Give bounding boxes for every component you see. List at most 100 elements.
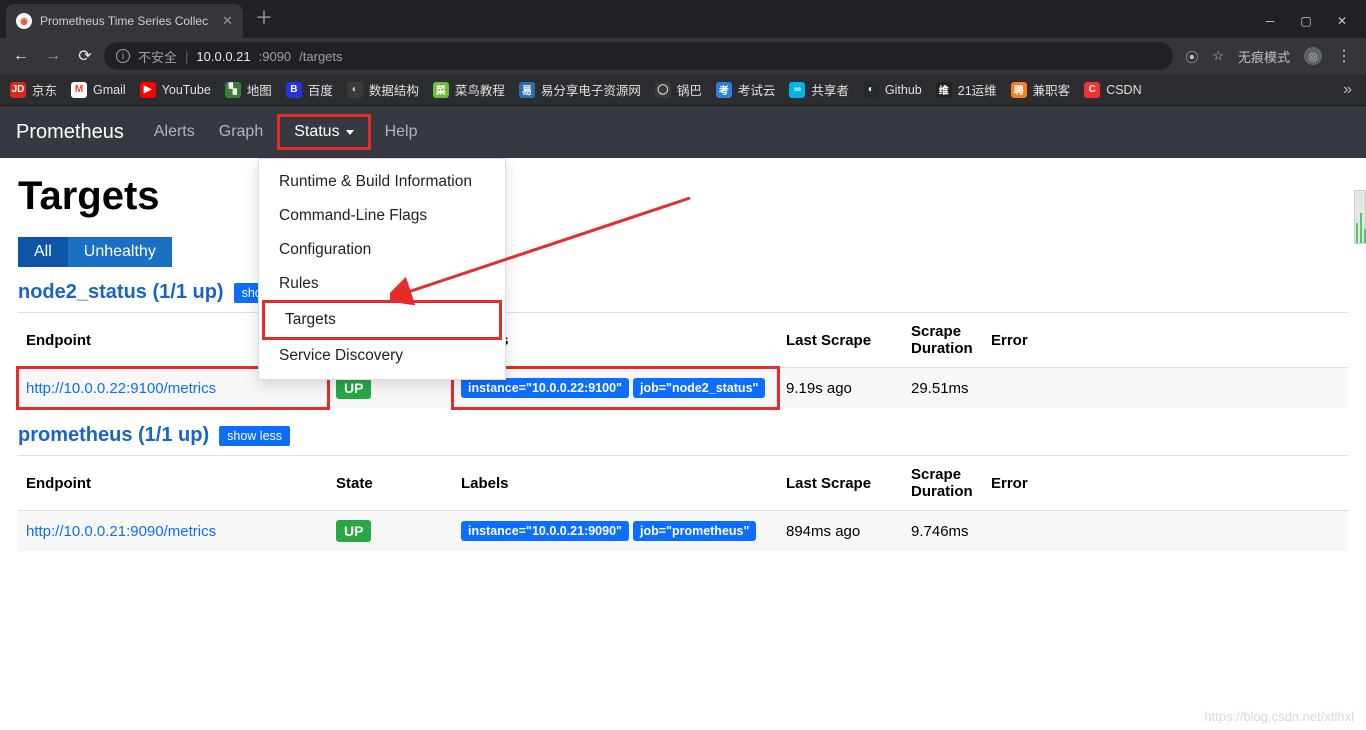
bookmark-label: 易分享电子资源网 bbox=[541, 80, 641, 99]
address-bar[interactable]: i 不安全 | 10.0.0.21:9090/targets bbox=[104, 42, 1173, 70]
last-scrape: 9.19s ago bbox=[778, 368, 903, 409]
dd-runtime[interactable]: Runtime & Build Information bbox=[259, 165, 505, 199]
new-tab-button[interactable]: ＋ bbox=[243, 0, 285, 38]
endpoint-link[interactable]: http://10.0.0.21:9090/metrics bbox=[26, 523, 216, 540]
back-icon[interactable]: ← bbox=[8, 47, 34, 65]
bookmark-favicon-icon: 易 bbox=[519, 82, 535, 98]
dd-rules[interactable]: Rules bbox=[259, 267, 505, 301]
nav-status-dropdown[interactable]: Status bbox=[277, 114, 370, 150]
show-less-button[interactable]: show less bbox=[219, 426, 290, 446]
th-error: Error bbox=[983, 456, 1348, 511]
last-scrape: 894ms ago bbox=[778, 511, 903, 552]
filter-unhealthy-button[interactable]: Unhealthy bbox=[68, 237, 172, 267]
bookmark-item[interactable]: MGmail bbox=[71, 82, 126, 98]
bookmark-label: YouTube bbox=[162, 83, 211, 97]
endpoint-link[interactable]: http://10.0.0.22:9100/metrics bbox=[26, 380, 216, 397]
th-scrape_duration: Scrape Duration bbox=[903, 313, 983, 368]
scrape-duration: 29.51ms bbox=[903, 368, 983, 409]
bookmark-label: 考试云 bbox=[738, 80, 776, 99]
filter-all-button[interactable]: All bbox=[18, 237, 68, 267]
bookmark-label: CSDN bbox=[1106, 83, 1141, 97]
bookmark-item[interactable]: 聘兼职客 bbox=[1011, 80, 1071, 99]
bookmark-favicon-icon: ◐ bbox=[863, 82, 879, 98]
nav-alerts[interactable]: Alerts bbox=[144, 117, 205, 147]
nav-status-label: Status bbox=[294, 123, 339, 141]
bookmark-item[interactable]: 易易分享电子资源网 bbox=[519, 80, 641, 99]
prometheus-brand[interactable]: Prometheus bbox=[16, 121, 124, 144]
bookmark-item[interactable]: 菜菜鸟教程 bbox=[433, 80, 505, 99]
bookmark-label: 京东 bbox=[32, 80, 57, 99]
nav-help[interactable]: Help bbox=[375, 117, 428, 147]
bookmark-item[interactable]: 考考试云 bbox=[716, 80, 776, 99]
label-pill: job="node2_status" bbox=[633, 378, 765, 398]
forward-icon[interactable]: → bbox=[40, 47, 66, 65]
target-group-title[interactable]: prometheus (1/1 up)show less bbox=[18, 424, 290, 447]
scrape-duration: 9.746ms bbox=[903, 511, 983, 552]
incognito-icon: ◎ bbox=[1304, 47, 1322, 65]
close-tab-icon[interactable]: ✕ bbox=[222, 13, 233, 29]
bookmark-label: 数据结构 bbox=[369, 80, 419, 99]
sound-gauge-icon bbox=[1354, 190, 1366, 244]
status-dropdown-menu: Runtime & Build Information Command-Line… bbox=[258, 158, 506, 380]
state-badge: UP bbox=[336, 520, 371, 542]
bookmark-favicon-icon: ▶ bbox=[140, 82, 156, 98]
bookmark-label: 百度 bbox=[308, 80, 333, 99]
insecure-label: 不安全 bbox=[138, 47, 177, 66]
page-title: Targets bbox=[18, 174, 1348, 219]
bookmark-label: 菜鸟教程 bbox=[455, 80, 505, 99]
bookmark-item[interactable]: ▶ YouTube bbox=[140, 82, 211, 98]
bookmark-item[interactable]: C CSDN bbox=[1084, 82, 1141, 98]
translate-icon[interactable]: ⦿ bbox=[1185, 47, 1198, 66]
incognito-label: 无痕模式 bbox=[1238, 47, 1290, 66]
th-scrape_duration: Scrape Duration bbox=[903, 456, 983, 511]
bookmark-item[interactable]: JD京东 bbox=[10, 80, 57, 99]
bookmarks-overflow-icon[interactable]: » bbox=[1343, 81, 1356, 99]
bookmark-favicon-icon: 维 bbox=[936, 82, 952, 98]
url-host: 10.0.0.21 bbox=[196, 49, 250, 64]
dd-cmdline[interactable]: Command-Line Flags bbox=[259, 199, 505, 233]
minimize-icon[interactable]: ─ bbox=[1264, 14, 1276, 28]
th-endpoint: Endpoint bbox=[18, 456, 328, 511]
label-pill: instance="10.0.0.21:9090" bbox=[461, 521, 629, 541]
bookmark-item[interactable]: 维21运维 bbox=[936, 80, 997, 99]
bookmark-label: 地图 bbox=[247, 80, 272, 99]
star-icon[interactable]: ☆ bbox=[1212, 48, 1224, 64]
browser-menu-icon[interactable]: ⋮ bbox=[1336, 46, 1352, 66]
targets-table: EndpointStateLabelsLast ScrapeScrape Dur… bbox=[18, 312, 1348, 408]
url-path: /targets bbox=[299, 49, 342, 64]
th-state: State bbox=[328, 456, 453, 511]
bookmark-favicon-icon: 考 bbox=[716, 82, 732, 98]
reload-icon[interactable]: ⟳ bbox=[72, 46, 98, 66]
bookmark-favicon-icon: ▚ bbox=[225, 82, 241, 98]
dd-service-discovery[interactable]: Service Discovery bbox=[259, 339, 505, 373]
bookmark-label: Github bbox=[885, 83, 922, 97]
bookmark-favicon-icon: ◯ bbox=[655, 82, 671, 98]
url-port: :9090 bbox=[259, 49, 292, 64]
target-group-title[interactable]: node2_status (1/1 up)show bbox=[18, 281, 276, 304]
bookmark-favicon-icon: C bbox=[1084, 82, 1100, 98]
dd-targets[interactable]: Targets bbox=[262, 300, 502, 340]
label-pill: job="prometheus" bbox=[633, 521, 756, 541]
table-row: http://10.0.0.22:9100/metricsUPinstance=… bbox=[18, 368, 1348, 409]
bookmark-favicon-icon: 聘 bbox=[1011, 82, 1027, 98]
bookmark-item[interactable]: ▚ 地图 bbox=[225, 80, 272, 99]
prometheus-navbar: Prometheus Alerts Graph Status Help Runt… bbox=[0, 106, 1366, 158]
th-last_scrape: Last Scrape bbox=[778, 456, 903, 511]
dd-config[interactable]: Configuration bbox=[259, 233, 505, 267]
maximize-icon[interactable]: ▢ bbox=[1300, 14, 1312, 28]
group-name: node2_status (1/1 up) bbox=[18, 281, 224, 304]
bookmark-item[interactable]: B百度 bbox=[286, 80, 333, 99]
browser-tab[interactable]: ◉ Prometheus Time Series Collec ✕ bbox=[6, 4, 243, 38]
error-cell bbox=[983, 368, 1348, 409]
bookmark-item[interactable]: ∞共享者 bbox=[789, 80, 849, 99]
targets-table: EndpointStateLabelsLast ScrapeScrape Dur… bbox=[18, 455, 1348, 551]
bookmark-item[interactable]: ◐数据结构 bbox=[347, 80, 419, 99]
close-window-icon[interactable]: ✕ bbox=[1336, 14, 1348, 28]
nav-graph[interactable]: Graph bbox=[209, 117, 273, 147]
window-controls: ─ ▢ ✕ bbox=[1246, 4, 1366, 38]
table-row: http://10.0.0.21:9090/metrics UP instance=… bbox=[18, 511, 1348, 552]
bookmark-item[interactable]: ◯锅巴 bbox=[655, 80, 702, 99]
bookmark-item[interactable]: ◐ Github bbox=[863, 82, 922, 98]
addr-separator: | bbox=[185, 49, 188, 64]
tab-title: Prometheus Time Series Collec bbox=[40, 14, 208, 28]
